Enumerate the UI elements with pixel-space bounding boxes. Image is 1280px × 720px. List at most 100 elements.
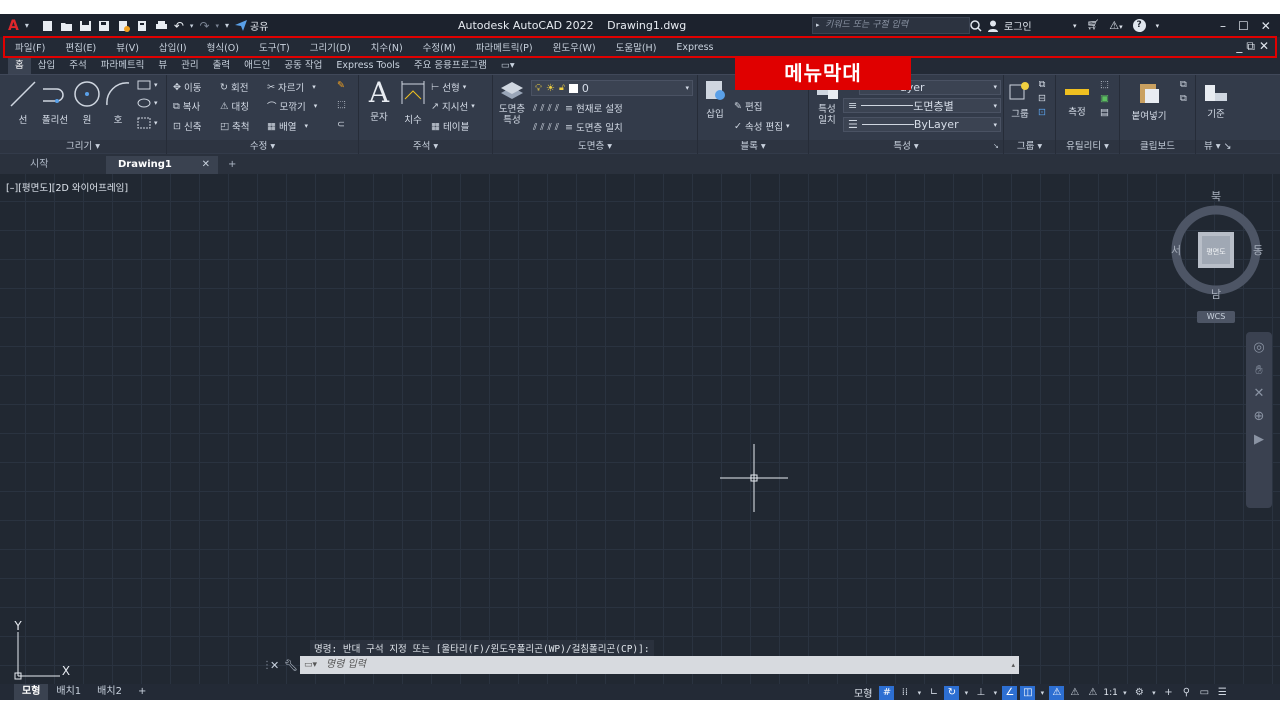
viewcube-east[interactable]: 동: [1253, 244, 1263, 257]
grip-icon[interactable]: ⋮: [262, 660, 272, 671]
model-space-toggle[interactable]: 모형: [854, 685, 872, 700]
plot-icon[interactable]: [155, 20, 168, 32]
line-button[interactable]: 선: [6, 79, 40, 126]
view-panel-title[interactable]: 뷰 ▾ ↘: [1196, 140, 1280, 153]
layer-properties-button[interactable]: 도면층 특성: [496, 79, 528, 126]
wcs-menu[interactable]: WCS: [1197, 311, 1235, 323]
properties-launcher-icon[interactable]: ↘: [993, 142, 999, 150]
viewcube-north[interactable]: 북: [1211, 190, 1221, 203]
layer-on-icon[interactable]: ⫽: [548, 122, 552, 133]
layout-tab-layout2[interactable]: 배치2: [89, 684, 130, 700]
tab-view[interactable]: 뷰: [151, 58, 174, 74]
erase-button[interactable]: ✎: [337, 80, 345, 91]
undo-icon[interactable]: ↶: [174, 20, 184, 32]
auto-scale-icon[interactable]: ⚠︎: [1067, 686, 1082, 700]
viewcube[interactable]: 북 평면도 서 동 남: [1166, 190, 1270, 314]
customization-menu-icon[interactable]: ☰: [1215, 686, 1230, 700]
ortho-icon[interactable]: ⊥: [973, 686, 988, 700]
search-input[interactable]: ▸ 키워드 또는 구절 입력: [812, 17, 970, 34]
rectangle-button[interactable]: ▾: [137, 80, 158, 90]
tab-parametric[interactable]: 파라메트릭: [94, 58, 152, 74]
command-history-chevron-icon[interactable]: ▴: [1011, 656, 1015, 674]
scale-button[interactable]: ◰ 축척: [220, 119, 249, 134]
tab-drawing1[interactable]: Drawing1 ✕: [106, 156, 218, 174]
command-prompt-icon[interactable]: ▭▾: [304, 656, 317, 674]
menu-help[interactable]: 도움말(H): [616, 40, 657, 54]
drawing-canvas[interactable]: [–][평면도][2D 와이어프레임] 북 평면도 서 동 남 WCS Y X …: [0, 174, 1280, 684]
draw-panel-title[interactable]: 그리기 ▾: [0, 140, 166, 153]
block-panel-title[interactable]: 블록 ▾: [698, 140, 808, 153]
linear-button[interactable]: ⊢ 선형 ▾: [431, 80, 466, 95]
login-button[interactable]: 로그인: [1004, 18, 1032, 33]
groups-panel-title[interactable]: 그룹 ▾: [1004, 140, 1055, 153]
viewport-controls[interactable]: [–][평면도][2D 와이어프레임]: [6, 180, 128, 194]
app-menu-icon[interactable]: A: [8, 19, 19, 33]
annotation-scale-icon[interactable]: ⚠︎: [1085, 686, 1100, 700]
measure-button[interactable]: 측정: [1060, 81, 1094, 118]
layer-dropdown[interactable]: 💡︎ ☀ 🔓︎ 0 ▾: [531, 80, 693, 96]
tab-collaborate[interactable]: 공동 작업: [277, 58, 329, 74]
tab-annotate[interactable]: 주석: [62, 58, 93, 74]
tab-manage[interactable]: 관리: [174, 58, 205, 74]
leader-button[interactable]: ↗ 지시선 ▾: [431, 99, 475, 114]
menu-format[interactable]: 형식(O): [207, 40, 239, 54]
set-current-button[interactable]: 현재로 설정: [576, 101, 623, 115]
plus-icon[interactable]: +: [1161, 686, 1176, 700]
login-chevron-icon[interactable]: ▾: [1073, 22, 1077, 30]
isodraft-chevron-icon[interactable]: ▾: [1038, 686, 1046, 700]
open-file-icon[interactable]: [60, 20, 73, 32]
menu-parametric[interactable]: 파라메트릭(P): [476, 40, 533, 54]
search-icon[interactable]: [970, 19, 982, 32]
orbit-icon[interactable]: ⊕: [1254, 409, 1265, 424]
base-view-button[interactable]: 기준: [1202, 83, 1230, 120]
ellipse-button[interactable]: ▾: [137, 98, 158, 108]
tab-addins[interactable]: 애드인: [237, 58, 277, 74]
paste-button[interactable]: 붙여넣기: [1124, 81, 1174, 122]
save-as-icon[interactable]: [98, 20, 111, 32]
layer-unisolate-icon[interactable]: ⫽: [533, 122, 537, 133]
copy-clip-icon[interactable]: ⧉: [1180, 79, 1187, 90]
wrench-icon[interactable]: 🔧︎: [284, 659, 300, 672]
ribbon-options-icon[interactable]: ▭▾: [494, 58, 522, 74]
modify-panel-title[interactable]: 수정 ▾: [167, 140, 358, 153]
layer-lock-icon[interactable]: ⫽: [555, 103, 559, 114]
close-command-icon[interactable]: ✕: [270, 659, 284, 672]
doc-minimize-icon[interactable]: _: [1236, 39, 1242, 54]
tab-home[interactable]: 홈: [8, 58, 31, 74]
layout-tab-model[interactable]: 모형: [14, 684, 49, 700]
menu-view[interactable]: 뷰(V): [116, 40, 139, 54]
close-icon[interactable]: ✕: [1261, 19, 1271, 33]
menu-edit[interactable]: 편집(E): [65, 40, 96, 54]
group-select-icon[interactable]: ⊡: [1038, 107, 1046, 118]
trim-button[interactable]: ✂ 자르기 ▾: [267, 80, 316, 95]
layer-thaw-icon[interactable]: ⫽: [540, 122, 544, 133]
autodesk-app-icon[interactable]: ⚠︎▾: [1109, 19, 1122, 32]
fillet-button[interactable]: ⌒ 모깎기 ▾: [267, 99, 317, 113]
block-edit-button[interactable]: ✎ 편집: [734, 99, 762, 114]
layout-tab-layout1[interactable]: 배치1: [48, 684, 89, 700]
doc-close-icon[interactable]: ✕: [1259, 39, 1269, 54]
new-tab-button[interactable]: +: [218, 156, 246, 174]
ortho-chevron-icon[interactable]: ▾: [991, 686, 999, 700]
polar-tracking-icon[interactable]: ∠: [1002, 685, 1018, 700]
clipboard-panel-title[interactable]: 클립보드: [1120, 140, 1195, 153]
layer-off-icon[interactable]: ⫽: [548, 103, 552, 114]
tab-insert[interactable]: 삽입: [31, 58, 62, 74]
properties-panel-title[interactable]: 특성 ▾: [809, 140, 1003, 153]
table-button[interactable]: ▦ 테이블: [431, 119, 469, 134]
isolate-objects-icon[interactable]: ⚲: [1179, 686, 1194, 700]
new-file-icon[interactable]: [41, 20, 54, 32]
workspace-gear-icon[interactable]: ⚙: [1132, 686, 1147, 700]
rotate-button[interactable]: ↻ 회전: [220, 80, 248, 95]
group-edit-icon[interactable]: ⊟: [1038, 93, 1046, 104]
viewcube-face[interactable]: 평면도: [1206, 247, 1226, 256]
steering-wheel-icon[interactable]: ◎: [1253, 340, 1264, 355]
showmotion-icon[interactable]: ▶: [1254, 432, 1264, 447]
help-icon[interactable]: ?: [1132, 19, 1146, 32]
polyline-button[interactable]: 폴리선: [38, 79, 72, 126]
tab-output[interactable]: 출력: [206, 58, 237, 74]
close-tab-icon[interactable]: ✕: [202, 156, 210, 174]
minimize-icon[interactable]: –: [1220, 19, 1226, 33]
menu-tools[interactable]: 도구(T): [259, 40, 290, 54]
tab-featured-apps[interactable]: 주요 응용프로그램: [407, 58, 494, 74]
